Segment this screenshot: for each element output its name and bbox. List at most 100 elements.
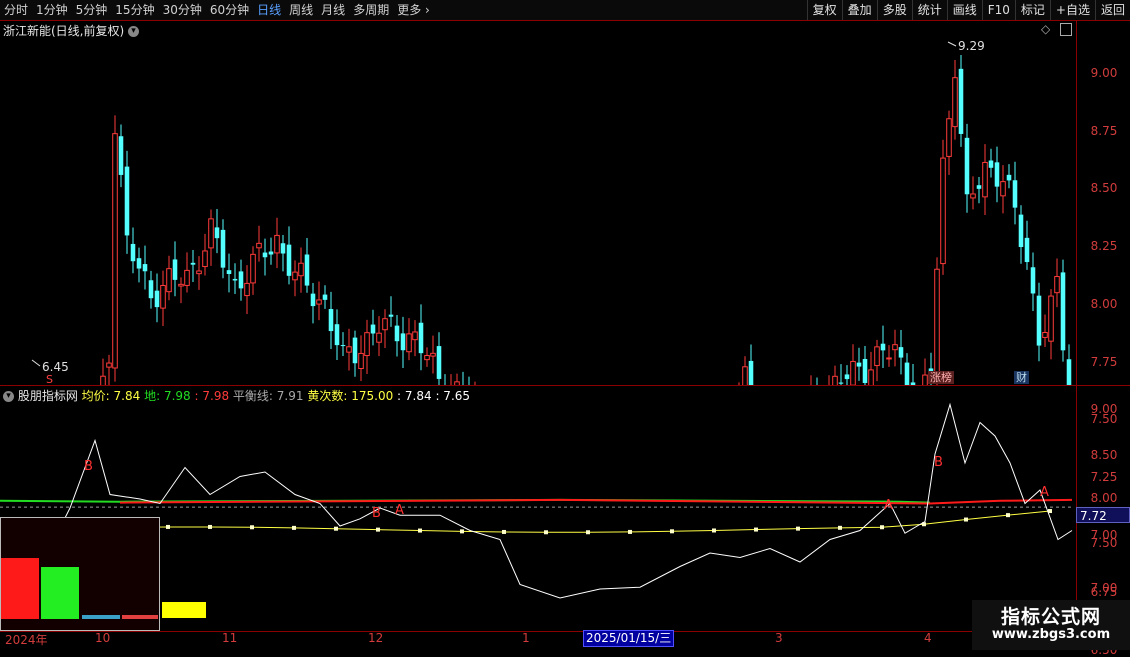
candle-body (148, 280, 154, 299)
indicator-tick-label: 7.00 (1090, 581, 1118, 595)
candle-body (940, 157, 946, 265)
signal-mark: A (1040, 485, 1049, 500)
period-tab[interactable]: 周线 (285, 0, 317, 20)
candle-body (352, 337, 358, 364)
period-tab[interactable]: 日线 (253, 0, 285, 20)
period-tab[interactable]: 30分钟 (159, 0, 206, 20)
toolbar-right-buttons: 复权 叠加 多股 统计 画线 F10 标记 +自选 返回 (806, 0, 1130, 20)
indicator-tick-label: 8.00 (1090, 491, 1118, 505)
candlestick-chart[interactable]: 9.29 6.45S (0, 20, 1076, 385)
candle-body (346, 346, 352, 353)
candle-body (1024, 237, 1030, 263)
cai-badge[interactable]: 财 (1014, 371, 1029, 384)
period-tabs: 分时 1分钟 5分钟 15分钟 30分钟 60分钟 日线 周线 月线 多周期 更多 › (0, 0, 434, 20)
avg-dot (460, 529, 464, 534)
period-tab[interactable]: 1分钟 (32, 0, 72, 20)
price-tick-label: 8.50 (1090, 181, 1118, 196)
avg-dot (334, 526, 338, 531)
candle-body (1030, 267, 1036, 294)
toolbar-button[interactable]: 标记 (1014, 0, 1050, 20)
candle-body (376, 332, 382, 343)
candle-body (244, 282, 250, 297)
period-tab[interactable]: 15分钟 (111, 0, 158, 20)
toolbar-button[interactable]: 叠加 (841, 0, 877, 20)
yellow-block (162, 602, 206, 618)
candle-body (364, 332, 370, 357)
signal-mark: B (372, 506, 381, 521)
candle-body (406, 333, 412, 353)
period-tab[interactable]: 5分钟 (72, 0, 112, 20)
candle-body (436, 346, 442, 379)
toolbar-button[interactable]: 复权 (806, 0, 842, 20)
high-price-label: 9.29 (958, 39, 985, 53)
candle-body (292, 271, 298, 281)
toolbar-button[interactable]: 统计 (911, 0, 947, 20)
candle-body (382, 318, 388, 331)
avg-dot (376, 527, 380, 532)
candle-body (196, 270, 202, 275)
candle-body (190, 262, 196, 265)
candle-body (160, 284, 166, 309)
candle-body (172, 259, 178, 280)
avg-dot (586, 530, 590, 535)
candle-body (178, 283, 184, 287)
candle-body (976, 185, 982, 189)
candle-body (112, 133, 118, 369)
candle-body (118, 136, 124, 175)
candle-body (262, 252, 268, 258)
indicator-chart[interactable]: BB A ABA (0, 386, 1076, 631)
date-tick-label: 1 (522, 631, 530, 645)
candle-body (154, 290, 160, 308)
candle-body (748, 360, 754, 385)
price-tick-label: 8.25 (1090, 239, 1118, 254)
candle-body (742, 366, 748, 385)
price-tick-label: 8.75 (1090, 123, 1118, 138)
candle-body (328, 309, 334, 332)
period-tab[interactable]: 多周期 (349, 0, 393, 20)
date-tick-label: 4 (924, 631, 932, 645)
toolbar-button[interactable]: 多股 (876, 0, 912, 20)
candle-body (988, 160, 994, 168)
candle-body (892, 344, 898, 351)
candle-body (904, 362, 910, 385)
mini-bar-panel (0, 517, 160, 631)
candle-body (208, 218, 214, 249)
low-pointer (31, 359, 41, 367)
high-pointer (947, 41, 957, 47)
avg-dot (670, 529, 674, 534)
avg-dot (796, 526, 800, 531)
watermark-title: 指标公式网 (1000, 606, 1101, 628)
mini-red-bar (1, 558, 39, 619)
candle-body (250, 253, 256, 284)
date-axis-line (0, 631, 1076, 632)
candle-body (1018, 214, 1024, 248)
toolbar-button[interactable]: +自选 (1049, 0, 1095, 20)
avg-dot (502, 529, 506, 534)
candle-body (838, 382, 844, 384)
avg-dot (964, 517, 968, 522)
candle-body (394, 325, 400, 342)
period-tab[interactable]: 60分钟 (206, 0, 253, 20)
candle-body (202, 250, 208, 268)
candle-body (964, 137, 970, 195)
more-menu[interactable]: 更多 › (393, 0, 434, 20)
candle-body (166, 268, 172, 293)
avg-dot (250, 525, 254, 530)
signal-mark: B (934, 455, 943, 470)
candle-body (268, 251, 274, 255)
candle-body (1060, 272, 1066, 351)
toolbar-button[interactable]: 画线 (946, 0, 982, 20)
toolbar-button[interactable]: 返回 (1094, 0, 1130, 20)
candle-body (430, 352, 436, 357)
candle-body (880, 343, 886, 351)
candle-body (868, 369, 874, 385)
period-tab[interactable]: 分时 (0, 0, 32, 20)
candle-body (1054, 276, 1060, 294)
toolbar-button[interactable]: F10 (981, 0, 1015, 20)
candle-body (1048, 295, 1054, 342)
period-tab[interactable]: 月线 (317, 0, 349, 20)
zt-badge[interactable]: 涨榜 (928, 371, 954, 384)
avg-dot (166, 524, 170, 529)
date-tick-label: 11 (222, 631, 238, 645)
avg-dot (544, 530, 548, 535)
